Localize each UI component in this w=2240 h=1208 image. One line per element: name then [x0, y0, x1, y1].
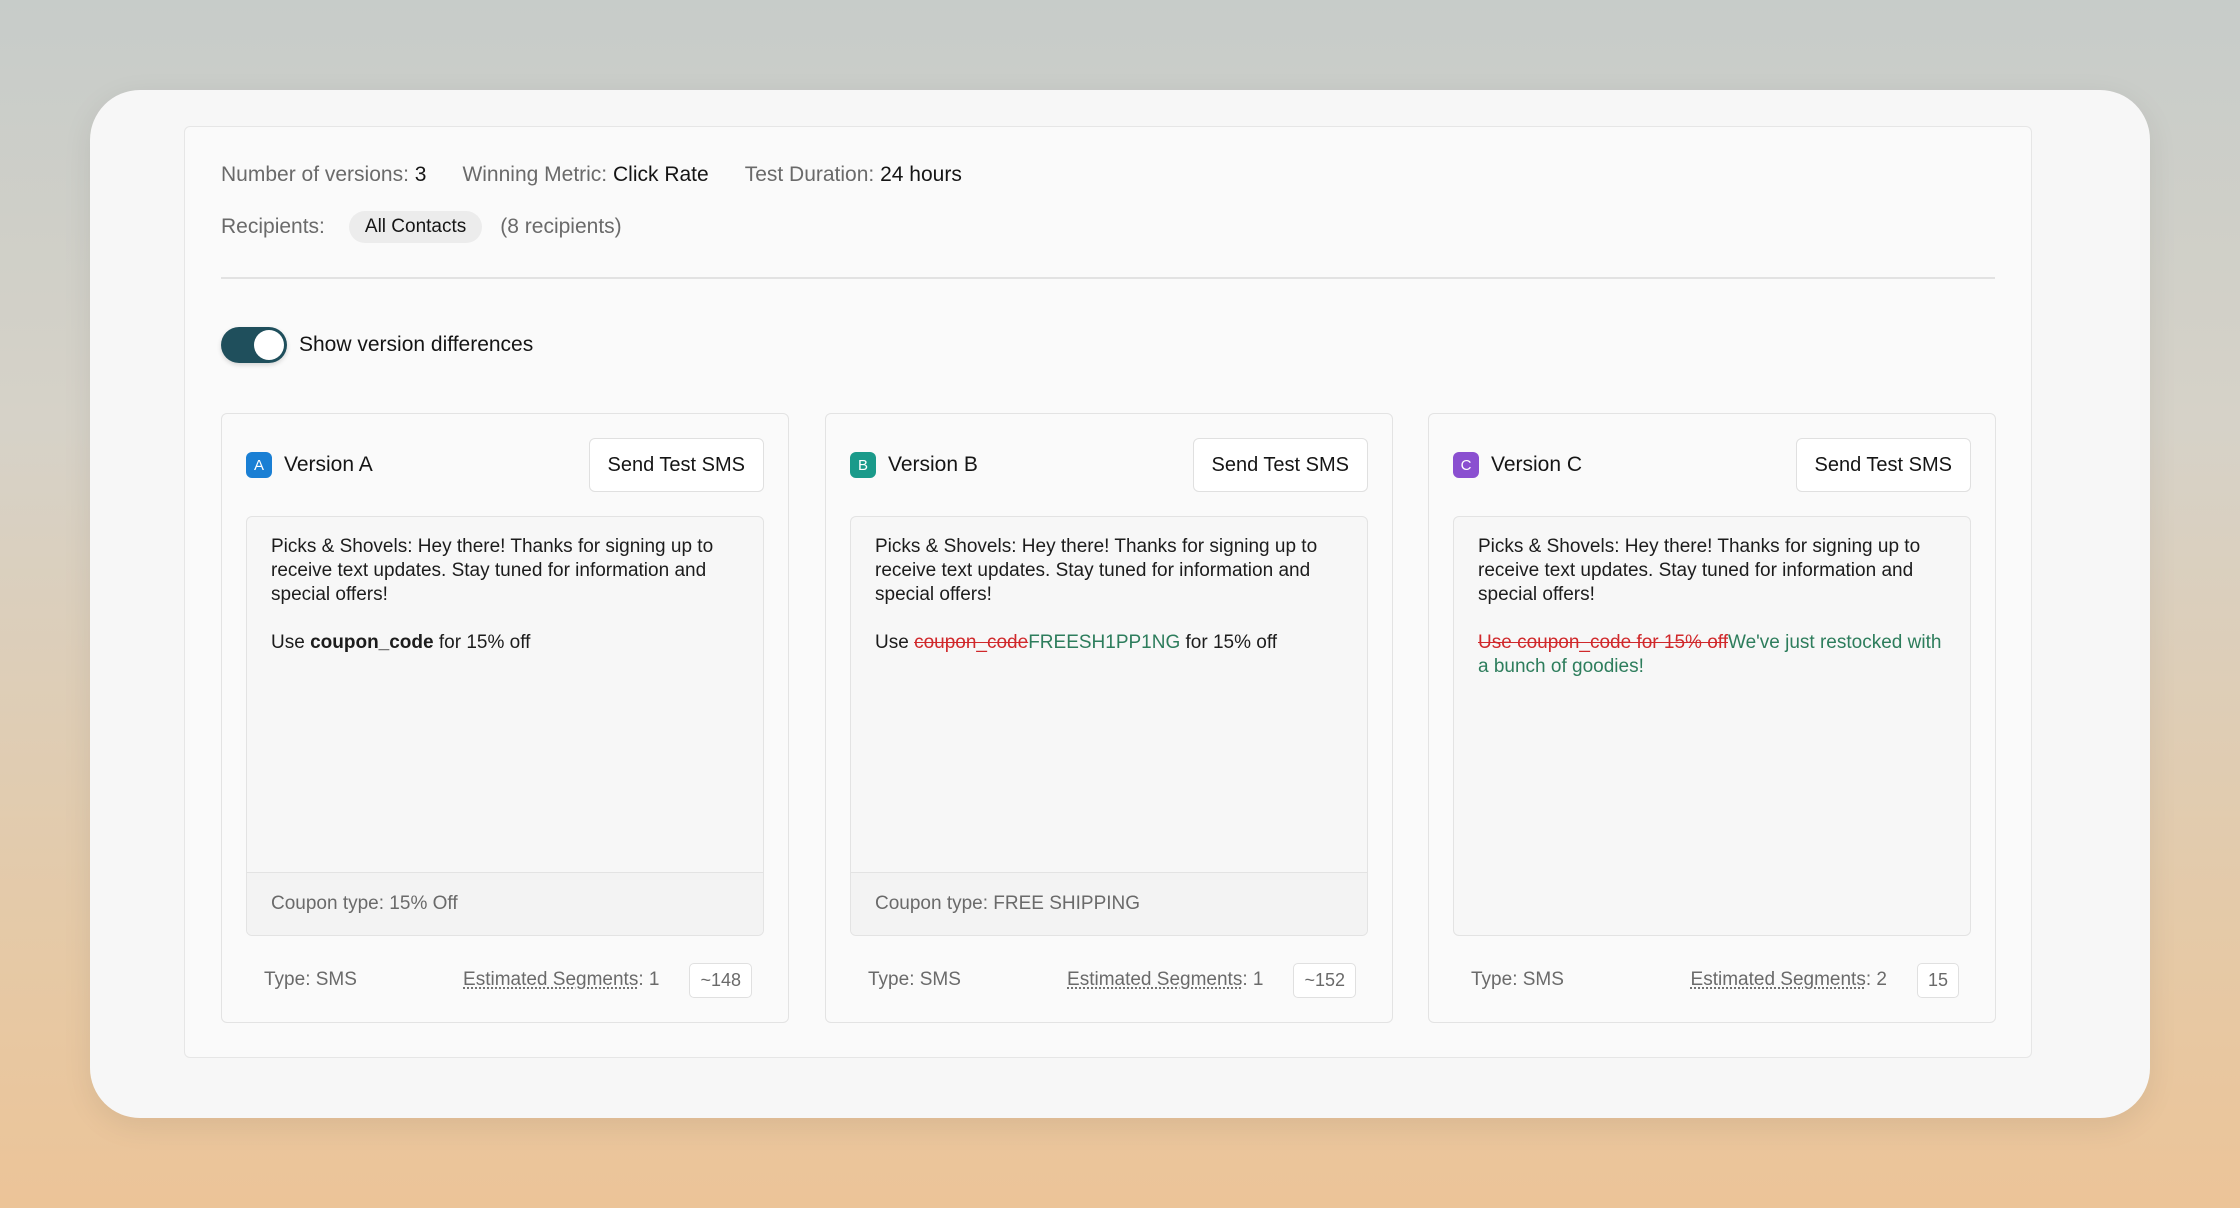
character-count: ~148	[689, 962, 752, 998]
version-meta: Type: SMS Estimated Segments: 2 15	[1471, 960, 1959, 1000]
toggle-label: Show version differences	[299, 333, 534, 356]
estimated-segments: Estimated Segments: 2	[1690, 969, 1887, 990]
version-badge: B	[850, 452, 876, 478]
version-meta: Type: SMS Estimated Segments: 1 ~152	[868, 960, 1356, 1000]
message-preview: Picks & Shovels: Hey there! Thanks for s…	[1453, 516, 1971, 936]
inserted-text: FREESH1PP1NG	[1028, 632, 1181, 653]
message-text: Picks & Shovels: Hey there! Thanks for s…	[271, 535, 735, 679]
message-type: Type: SMS	[868, 969, 961, 990]
show-differences-toggle[interactable]	[221, 327, 287, 363]
version-badge: C	[1453, 452, 1479, 478]
version-card-b: B Version B Send Test SMS Picks & Shovel…	[825, 413, 1393, 1023]
version-title: B Version B	[850, 452, 978, 478]
message-coupon-line: Use coupon_codeFREESH1PP1NG for 15% off	[875, 632, 1278, 653]
version-name: Version B	[888, 453, 978, 476]
coupon-type: Coupon type: 15% Off	[247, 872, 763, 935]
version-title: A Version A	[246, 452, 373, 478]
recipients-row: Recipients: All Contacts (8 recipients)	[221, 211, 622, 243]
version-card-c: C Version C Send Test SMS Picks & Shovel…	[1428, 413, 1996, 1023]
deleted-text: Use coupon_code for 15% off	[1478, 632, 1728, 653]
version-meta: Type: SMS Estimated Segments: 1 ~148	[264, 960, 752, 1000]
message-replaced-line: Use coupon_code for 15% offWe've just re…	[1478, 631, 1942, 679]
test-duration: Test Duration: 24 hours	[744, 163, 962, 186]
version-title: C Version C	[1453, 452, 1582, 478]
versions-count: Number of versions: 3	[221, 163, 427, 186]
version-card-a: A Version A Send Test SMS Picks & Shovel…	[221, 413, 789, 1023]
character-count: ~152	[1293, 962, 1356, 998]
message-text: Picks & Shovels: Hey there! Thanks for s…	[875, 535, 1339, 679]
message-type: Type: SMS	[264, 969, 357, 990]
coupon-type: Coupon type: FREE SHIPPING	[851, 872, 1367, 935]
version-name: Version A	[284, 453, 373, 476]
message-preview: Picks & Shovels: Hey there! Thanks for s…	[246, 516, 764, 936]
toggle-knob	[254, 330, 284, 360]
divider	[221, 277, 1995, 279]
message-coupon-line: Use coupon_code for 15% off	[271, 632, 531, 653]
character-count: 15	[1916, 962, 1959, 998]
version-header: A Version A Send Test SMS	[246, 438, 764, 492]
coupon-code-token: coupon_code	[310, 632, 434, 653]
recipients-count: (8 recipients)	[500, 215, 622, 238]
version-badge: A	[246, 452, 272, 478]
message-type: Type: SMS	[1471, 969, 1564, 990]
version-header: B Version B Send Test SMS	[850, 438, 1368, 492]
recipients-chip[interactable]: All Contacts	[348, 211, 483, 243]
outer-card: Number of versions: 3 Winning Metric: Cl…	[90, 90, 2150, 1118]
version-header: C Version C Send Test SMS	[1453, 438, 1971, 492]
estimated-segments: Estimated Segments: 1	[463, 969, 660, 990]
test-summary-row: Number of versions: 3 Winning Metric: Cl…	[221, 163, 962, 187]
message-preview: Picks & Shovels: Hey there! Thanks for s…	[850, 516, 1368, 936]
deleted-text: coupon_code	[914, 632, 1029, 653]
send-test-sms-button[interactable]: Send Test SMS	[1795, 438, 1971, 492]
estimated-segments: Estimated Segments: 1	[1067, 969, 1264, 990]
recipients-label: Recipients:	[221, 215, 325, 238]
show-differences-toggle-row: Show version differences	[221, 327, 533, 363]
winning-metric: Winning Metric: Click Rate	[462, 163, 709, 186]
ab-test-summary-panel: Number of versions: 3 Winning Metric: Cl…	[184, 126, 2032, 1058]
message-body: Picks & Shovels: Hey there! Thanks for s…	[875, 536, 1318, 605]
message-text: Picks & Shovels: Hey there! Thanks for s…	[1478, 535, 1942, 703]
send-test-sms-button[interactable]: Send Test SMS	[1192, 438, 1368, 492]
message-body: Picks & Shovels: Hey there! Thanks for s…	[1478, 536, 1921, 605]
message-body: Picks & Shovels: Hey there! Thanks for s…	[271, 536, 714, 605]
send-test-sms-button[interactable]: Send Test SMS	[588, 438, 764, 492]
version-name: Version C	[1491, 453, 1583, 476]
